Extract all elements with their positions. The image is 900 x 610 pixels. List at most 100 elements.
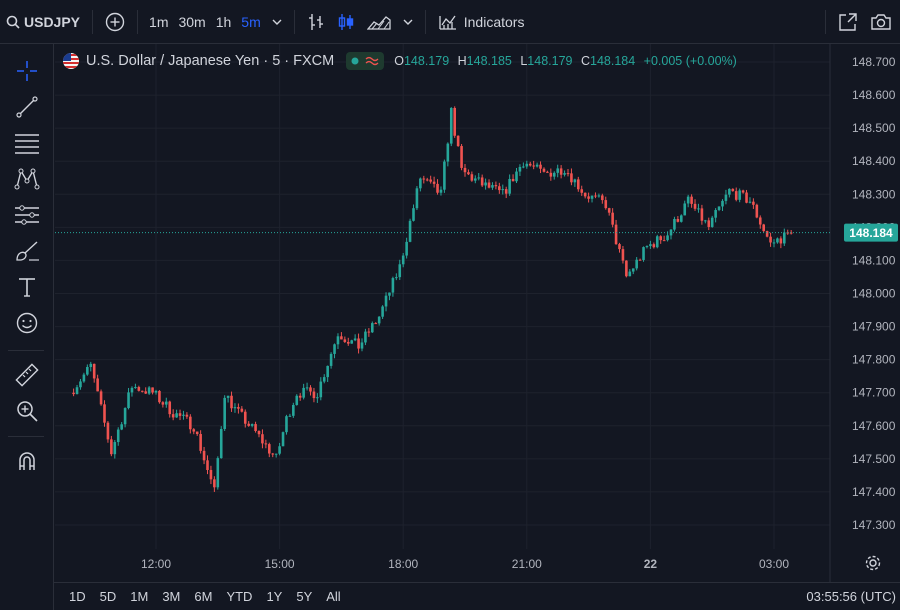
candle-body <box>209 470 213 480</box>
candle-body <box>86 367 89 375</box>
candle-body <box>350 340 353 344</box>
market-status-badge[interactable] <box>346 52 385 70</box>
emoji-tool[interactable] <box>12 308 42 338</box>
candle-body <box>99 391 103 405</box>
brush-tool[interactable] <box>12 236 42 266</box>
smiley-icon <box>16 312 38 334</box>
candle-body <box>219 428 223 459</box>
trend-line-tool[interactable] <box>12 92 42 122</box>
range-5d[interactable]: 5D <box>93 589 124 604</box>
candle-body <box>697 208 700 210</box>
candles-icon <box>338 13 353 30</box>
candle-body <box>453 107 456 136</box>
price-chart[interactable]: 148.700148.600148.500148.400148.300148.2… <box>55 44 900 582</box>
measure-tool[interactable] <box>12 360 42 390</box>
tools-divider <box>8 436 44 437</box>
candle-body <box>329 353 333 366</box>
candle-body <box>607 208 611 213</box>
candle-body <box>199 434 202 451</box>
camera-icon <box>871 13 891 30</box>
candle-body <box>309 387 312 392</box>
candle-body <box>343 339 347 342</box>
candle-body <box>281 432 285 447</box>
candle-body <box>769 236 772 243</box>
candle-body <box>474 178 477 181</box>
text-tool[interactable] <box>12 272 42 302</box>
timeframe-1m[interactable]: 1m <box>144 0 173 44</box>
indicators-button[interactable]: Indicators <box>432 0 531 44</box>
candle-body <box>92 363 96 379</box>
candle-body <box>659 236 662 241</box>
candle-body <box>621 249 625 261</box>
range-ytd[interactable]: YTD <box>219 589 259 604</box>
range-all[interactable]: All <box>319 589 347 604</box>
candle-body <box>264 443 268 445</box>
open-key: O <box>394 54 404 68</box>
candle-body <box>449 107 453 144</box>
candle-body <box>570 173 573 183</box>
candle-body <box>144 391 147 394</box>
candle-body <box>147 387 151 394</box>
candle-body <box>655 236 659 248</box>
candle-body <box>535 164 539 167</box>
candle-body <box>783 232 786 244</box>
chart-type-dropdown[interactable] <box>397 0 419 44</box>
status-dot-icon <box>351 57 359 65</box>
candle-body <box>724 194 728 201</box>
candle-body <box>346 341 350 344</box>
candle-body <box>590 195 594 199</box>
time-tick-label: 22 <box>644 557 658 571</box>
candle-body <box>178 413 182 416</box>
candle-body <box>491 185 494 188</box>
chart-settings-button[interactable] <box>864 554 884 574</box>
range-3m[interactable]: 3M <box>155 589 187 604</box>
candle-body <box>710 217 714 227</box>
range-1d[interactable]: 1D <box>62 589 93 604</box>
range-6m[interactable]: 6M <box>187 589 219 604</box>
candle-body <box>340 336 343 340</box>
range-1m[interactable]: 1M <box>123 589 155 604</box>
pattern-tool[interactable] <box>12 164 42 194</box>
pattern-icon <box>14 168 40 190</box>
fullscreen-button[interactable] <box>832 0 864 44</box>
candles-style-button[interactable] <box>331 0 361 44</box>
candle-body <box>734 191 738 200</box>
candle-body <box>642 247 645 260</box>
candle-body <box>714 210 717 218</box>
top-toolbar: USDJPY 1m 30m 1h 5m Indicators <box>0 0 900 44</box>
candle-body <box>631 268 635 272</box>
area-chart-icon <box>366 15 391 30</box>
candles <box>72 106 793 492</box>
candle-body <box>247 423 250 426</box>
magnet-tool[interactable] <box>12 446 42 476</box>
area-style-button[interactable] <box>361 0 397 44</box>
bars-style-button[interactable] <box>301 0 331 44</box>
symbol-search[interactable]: USDJPY <box>0 0 86 44</box>
utc-clock[interactable]: 03:55:56 (UTC) <box>806 589 896 604</box>
timeframe-dropdown[interactable] <box>266 0 288 44</box>
close-value: 148.184 <box>590 54 636 68</box>
low-value: 148.179 <box>527 54 573 68</box>
prediction-tool[interactable] <box>12 200 42 230</box>
time-tick-label: 03:00 <box>759 557 789 571</box>
price-tick-label: 147.900 <box>852 320 896 334</box>
us-flag-icon <box>63 53 79 69</box>
candle-body <box>336 336 340 345</box>
timeframe-30m[interactable]: 30m <box>173 0 210 44</box>
candle-body <box>439 189 443 193</box>
timeframe-5m[interactable]: 5m <box>236 0 265 44</box>
fib-tool[interactable] <box>12 128 42 158</box>
timeframe-1h[interactable]: 1h <box>211 0 237 44</box>
candle-body <box>134 387 137 389</box>
candle-body <box>189 416 192 430</box>
range-1y[interactable]: 1Y <box>259 589 289 604</box>
candle-body <box>319 381 323 398</box>
zoom-tool[interactable] <box>12 396 42 426</box>
compare-button[interactable] <box>99 0 131 44</box>
candle-body <box>446 143 450 162</box>
snapshot-button[interactable] <box>864 0 900 44</box>
range-5y[interactable]: 5Y <box>289 589 319 604</box>
candle-body <box>508 178 511 194</box>
crosshair-tool[interactable] <box>12 56 42 86</box>
search-icon <box>6 15 20 29</box>
